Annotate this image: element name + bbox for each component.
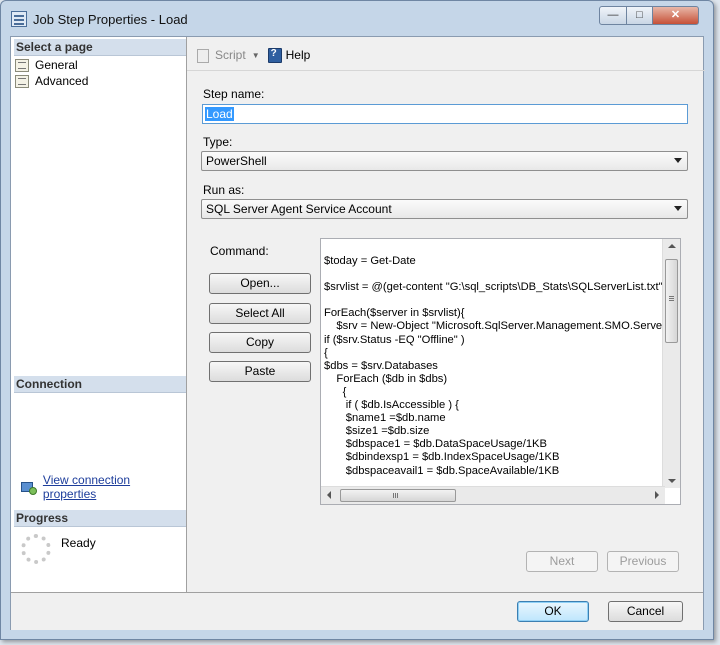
dialog-footer: OK Cancel [11,592,703,630]
horizontal-scroll-thumb[interactable] [340,489,456,502]
run-as-label: Run as: [203,183,245,197]
page-item-advanced[interactable]: Advanced [15,73,88,89]
progress-spinner-icon [21,534,51,564]
title-bar[interactable]: Job Step Properties - Load — □ ✕ [1,1,713,37]
cancel-button[interactable]: Cancel [608,601,683,622]
select-all-button[interactable]: Select All [209,303,311,324]
chevron-down-icon [674,206,682,211]
script-dropdown-arrow-icon[interactable]: ▼ [252,51,260,60]
toolbar: Script ▼ Help [196,45,310,65]
connection-link-label[interactable]: View connection properties [43,473,186,501]
progress-status: Ready [61,536,96,550]
step-name-value: Load [205,107,234,121]
progress-header: Progress [14,510,186,527]
scroll-right-icon[interactable] [655,491,659,499]
type-select[interactable]: PowerShell [201,151,688,171]
toolbar-divider [187,70,705,71]
view-connection-properties-link[interactable]: View connection properties [21,473,186,501]
step-name-input[interactable]: Load [202,104,688,124]
minimize-button[interactable]: — [599,6,627,25]
next-button[interactable]: Next [526,551,598,572]
app-icon [11,11,27,27]
run-as-select-value: SQL Server Agent Service Account [206,202,392,216]
horizontal-scrollbar[interactable] [321,486,665,504]
maximize-button[interactable]: □ [626,6,653,25]
ok-button[interactable]: OK [517,601,589,622]
vertical-scrollbar[interactable] [662,239,680,488]
connection-icon [21,480,37,495]
script-button[interactable]: Script [215,48,246,62]
scroll-left-icon[interactable] [327,491,331,499]
command-text[interactable]: $today = Get-Date $srvlist = @(get-conte… [324,255,664,478]
left-panel: Select a page General Advanced Connectio… [11,37,187,592]
help-button[interactable]: Help [286,48,311,62]
dialog-window: Job Step Properties - Load — □ ✕ Select … [0,0,714,640]
script-icon [196,48,210,63]
scroll-down-icon[interactable] [668,479,676,483]
command-label: Command: [210,244,269,258]
copy-button[interactable]: Copy [209,332,311,353]
type-label: Type: [203,135,233,149]
page-icon [15,58,29,72]
page-item-general[interactable]: General [15,57,78,73]
scroll-up-icon[interactable] [668,244,676,248]
previous-button[interactable]: Previous [607,551,679,572]
paste-button[interactable]: Paste [209,361,311,382]
page-item-label: General [35,58,78,72]
close-button[interactable]: ✕ [652,6,699,25]
help-icon [267,48,282,63]
step-name-label: Step name: [203,87,265,101]
dialog-client: Select a page General Advanced Connectio… [10,36,705,630]
window-title: Job Step Properties - Load [33,12,188,27]
chevron-down-icon [674,158,682,163]
run-as-select[interactable]: SQL Server Agent Service Account [201,199,688,219]
page-icon [15,74,29,88]
page-item-label: Advanced [35,74,89,88]
type-select-value: PowerShell [206,154,267,168]
open-button[interactable]: Open... [209,273,311,294]
command-editor[interactable]: $today = Get-Date $srvlist = @(get-conte… [320,238,681,505]
connection-header: Connection [14,376,186,393]
select-page-header: Select a page [14,39,186,56]
vertical-scroll-thumb[interactable] [665,259,678,343]
